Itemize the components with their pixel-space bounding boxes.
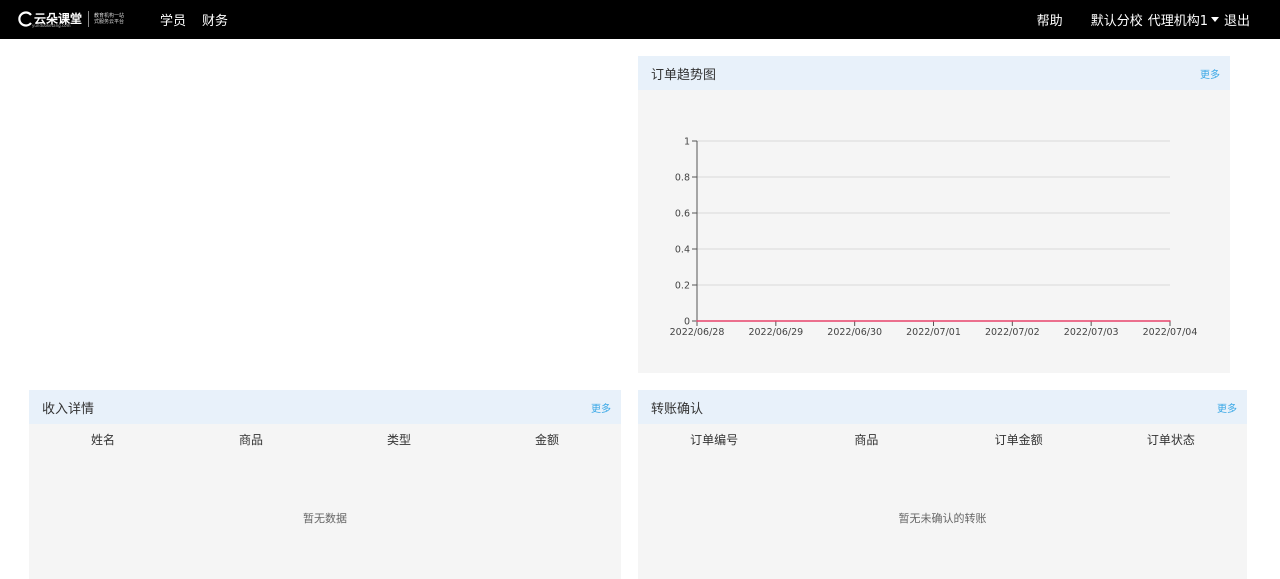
data-point bbox=[775, 320, 777, 322]
column-header-type: 类型 bbox=[386, 432, 411, 447]
order-trend-panel: 订单趋势图 更多 0 0.2 0.4 0.6 0.8 1 2022/06/28 2022/06… bbox=[638, 56, 1230, 373]
nav-item-finance[interactable]: 财务 bbox=[202, 10, 228, 29]
logo-slogan: 教育机构一站 式服务云平台 bbox=[94, 13, 128, 25]
column-header-name: 姓名 bbox=[90, 432, 115, 447]
y-tick-label: 0 bbox=[684, 317, 690, 328]
logo-slogan-line-2: 式服务云平台 bbox=[94, 19, 125, 25]
empty-state-text: 暂无数据 bbox=[303, 512, 347, 525]
caret-down-icon bbox=[1210, 17, 1219, 22]
org-dropdown[interactable]: 代理机构1 bbox=[1148, 10, 1224, 29]
column-header-order-number: 订单编号 bbox=[690, 432, 739, 447]
data-point bbox=[696, 320, 698, 322]
school-name: 默认分校 bbox=[1090, 14, 1143, 29]
order-trend-chart: 0 0.2 0.4 0.6 0.8 1 2022/06/28 2022/06/29 2022/0… bbox=[670, 137, 1198, 339]
table-header: 姓名 商品 类型 金额 bbox=[29, 424, 621, 454]
logo-url: yunduoketang.com bbox=[32, 23, 71, 28]
table-header: 订单编号 商品 订单金额 订单状态 bbox=[638, 424, 1247, 454]
more-link[interactable]: 更多 bbox=[591, 400, 611, 415]
logo-divider bbox=[88, 11, 90, 27]
data-point bbox=[853, 320, 856, 322]
top-navigation-bar: 云朵课堂 yunduoketang.com 教育机构一站 式服务云平台 学员 财… bbox=[0, 0, 1280, 39]
income-details-panel: 收入详情 更多 姓名 商品 类型 金额 暂无数据 bbox=[29, 390, 621, 579]
panel-title: 转账确认 bbox=[651, 401, 704, 417]
y-tick-label: 0.6 bbox=[675, 209, 690, 220]
y-tick-label: 0.2 bbox=[675, 281, 690, 292]
empty-state-text: 暂无未确认的转账 bbox=[898, 512, 987, 525]
panel-header: 订单趋势图 更多 bbox=[638, 56, 1230, 90]
panel-header: 收入详情 更多 bbox=[29, 390, 621, 424]
data-point bbox=[1169, 320, 1171, 322]
x-tick-label: 2022/07/03 bbox=[1064, 327, 1119, 338]
panel-title: 收入详情 bbox=[42, 401, 95, 417]
data-point bbox=[1011, 320, 1014, 322]
x-tick-label: 2022/06/28 bbox=[670, 327, 725, 338]
x-tick-label: 2022/07/04 bbox=[1143, 327, 1198, 338]
transfer-confirm-panel: 转账确认 更多 订单编号 商品 订单金额 订单状态 暂无未确认的转账 bbox=[638, 390, 1247, 579]
more-link[interactable]: 更多 bbox=[1200, 66, 1220, 81]
user-nav: 帮助 默认分校 代理机构1 退出 bbox=[1037, 0, 1250, 39]
panel-title: 订单趋势图 bbox=[651, 67, 717, 83]
y-tick-label: 0.8 bbox=[675, 173, 690, 184]
x-tick-label: 2022/06/29 bbox=[748, 327, 803, 338]
column-header-order-amount: 订单金额 bbox=[994, 432, 1043, 447]
help-link[interactable]: 帮助 bbox=[1037, 10, 1063, 29]
column-header-amount: 金额 bbox=[534, 432, 559, 447]
x-tick-label: 2022/06/30 bbox=[827, 327, 882, 338]
data-point bbox=[1090, 320, 1092, 322]
column-header-order-status: 订单状态 bbox=[1146, 432, 1195, 447]
x-tick-label: 2022/07/02 bbox=[985, 327, 1040, 338]
column-header-product: 商品 bbox=[238, 432, 263, 447]
nav-item-students[interactable]: 学员 bbox=[160, 10, 186, 29]
column-header-product: 商品 bbox=[854, 432, 879, 447]
main-nav: 学员 财务 bbox=[160, 0, 228, 39]
x-tick-label: 2022/07/01 bbox=[906, 327, 961, 338]
logout-link[interactable]: 退出 bbox=[1224, 10, 1250, 29]
data-point bbox=[932, 320, 935, 322]
y-tick-label: 0.4 bbox=[675, 245, 690, 256]
y-tick-label: 1 bbox=[684, 137, 690, 148]
more-link[interactable]: 更多 bbox=[1217, 400, 1237, 415]
logo[interactable]: 云朵课堂 yunduoketang.com 教育机构一站 式服务云平台 bbox=[18, 8, 128, 30]
panel-header: 转账确认 更多 bbox=[638, 390, 1247, 424]
org-name: 代理机构1 bbox=[1147, 14, 1208, 29]
